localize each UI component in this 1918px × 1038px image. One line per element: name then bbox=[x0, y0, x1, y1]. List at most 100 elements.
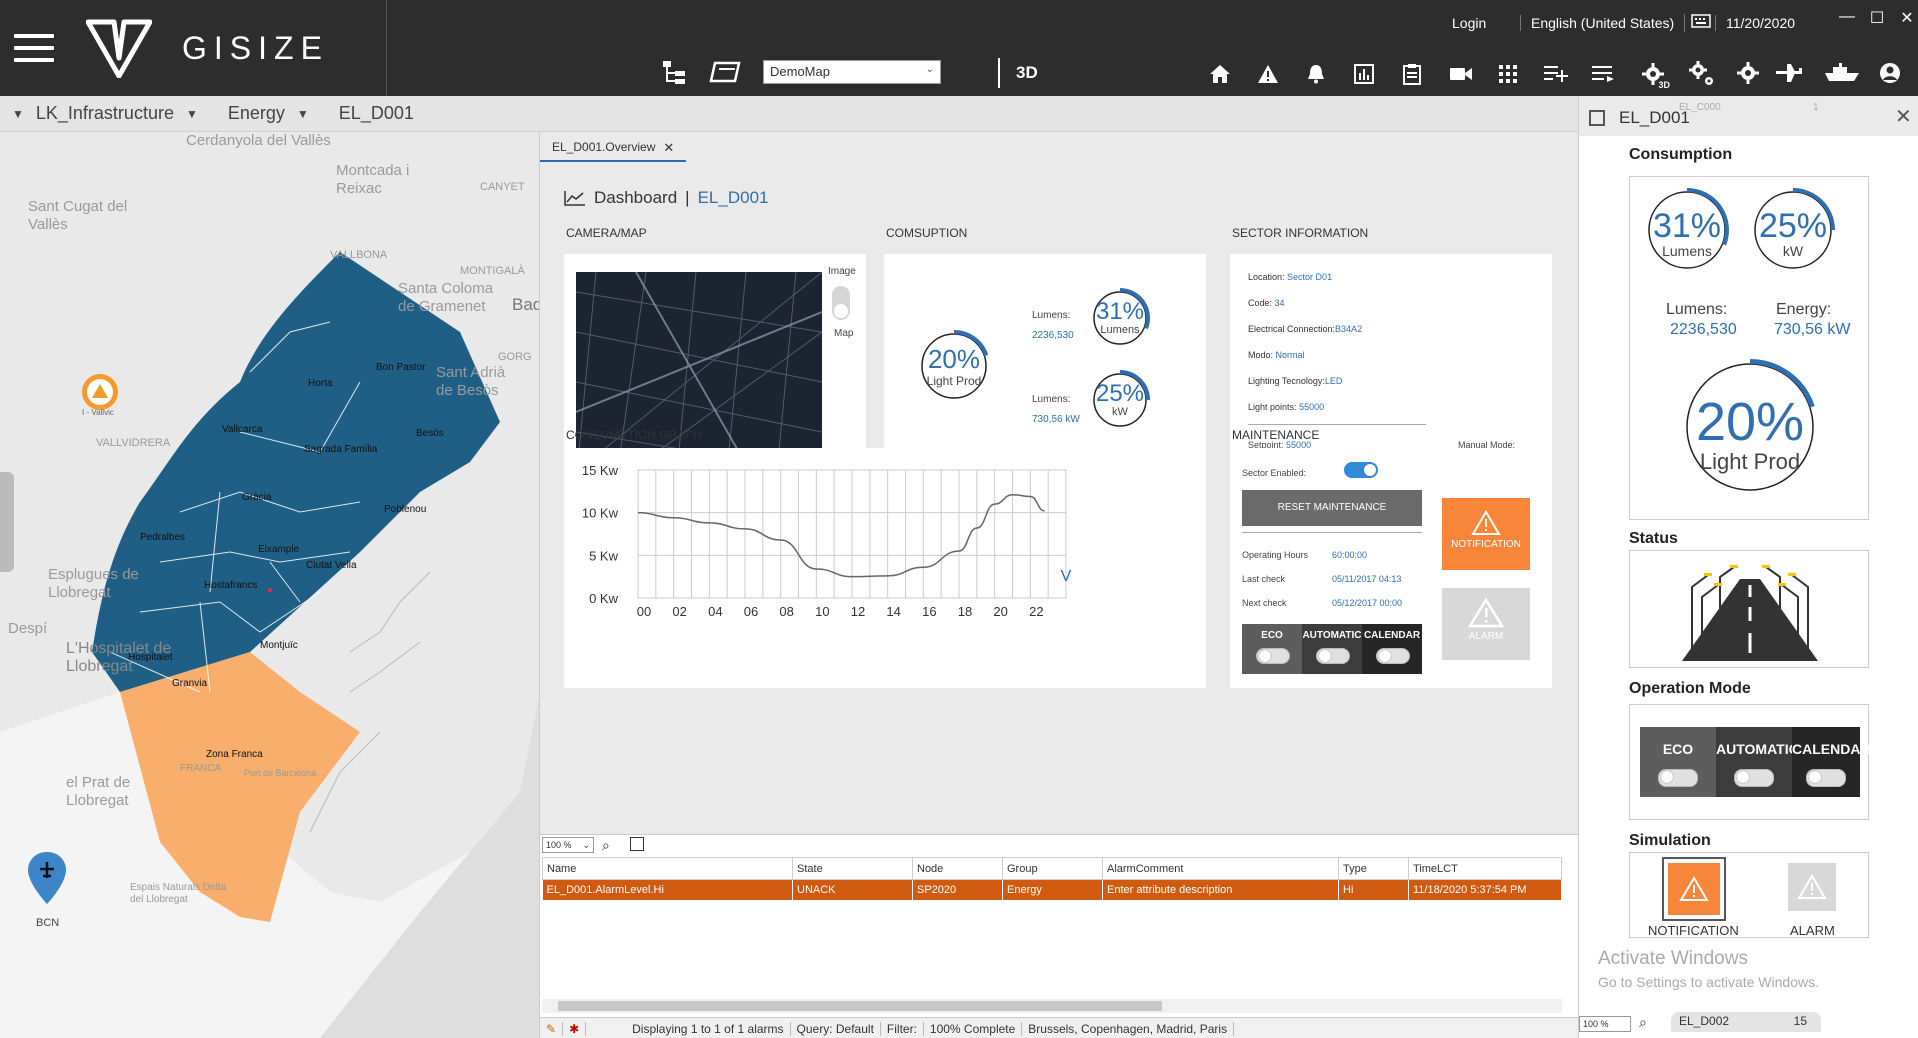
detail-mode-automatic[interactable]: AUTOMATIC bbox=[1716, 727, 1799, 797]
status-box bbox=[1629, 550, 1869, 668]
chevron-down-icon[interactable]: ▼ bbox=[186, 107, 198, 121]
search-icon[interactable]: ⌕ bbox=[1639, 1014, 1647, 1031]
horizontal-scrollbar[interactable] bbox=[542, 999, 1562, 1013]
section-label-consumption: COMSUPTION bbox=[886, 226, 968, 240]
minimize-icon[interactable]: — bbox=[1836, 8, 1858, 26]
last-check-label: Last check bbox=[1242, 574, 1286, 584]
detail-zoom-select[interactable]: 100 % bbox=[1579, 1016, 1631, 1032]
add-list-icon[interactable] bbox=[1542, 62, 1570, 86]
camera-icon[interactable] bbox=[1448, 62, 1474, 86]
keyboard-icon[interactable] bbox=[1684, 14, 1711, 32]
status-complete: 100% Complete bbox=[924, 1021, 1023, 1036]
divider bbox=[1242, 532, 1422, 533]
mode-automatic[interactable]: AUTOMATIC bbox=[1302, 624, 1362, 674]
detail-mode-eco[interactable]: ECO bbox=[1640, 727, 1716, 797]
simulate-alarm-button[interactable] bbox=[1788, 863, 1836, 911]
alarm-filter-icon[interactable]: ✱ bbox=[563, 1021, 587, 1036]
image-map-toggle[interactable] bbox=[832, 286, 850, 320]
column-header[interactable]: State bbox=[792, 857, 913, 880]
map-district-label: Pedralbes bbox=[140, 532, 186, 543]
table-row[interactable]: EL_D001.AlarmLevel.Hi UNACK SP2020 Energ… bbox=[542, 879, 1562, 900]
airplane-icon[interactable] bbox=[1774, 60, 1806, 86]
column-header[interactable]: Node bbox=[912, 857, 1003, 880]
chart-y-tick-label: 5 Kw bbox=[589, 548, 619, 563]
pencil-icon[interactable]: ✎ bbox=[540, 1021, 564, 1036]
close-window-icon[interactable]: ✕ bbox=[1896, 8, 1918, 28]
detail-mode-calendar[interactable]: CALENDAR bbox=[1792, 727, 1871, 797]
home-icon[interactable] bbox=[1208, 62, 1232, 86]
section-label-sector: SECTOR INFORMATION bbox=[1232, 226, 1369, 240]
breadcrumb-item-energy[interactable]: Energy ▼ bbox=[228, 103, 321, 124]
map-district-label: Besòs bbox=[416, 428, 444, 439]
column-header[interactable]: Type bbox=[1338, 857, 1409, 880]
3d-badge: 3D bbox=[1658, 80, 1670, 90]
table-cell: UNACK bbox=[792, 879, 913, 900]
reset-maintenance-button[interactable]: RESET MAINTENANCE bbox=[1242, 490, 1422, 526]
map-select[interactable]: DemoMap ⌄ bbox=[763, 60, 941, 84]
sector-enabled-toggle[interactable] bbox=[1344, 462, 1378, 478]
page-title: Dashboard | EL_D001 bbox=[564, 188, 768, 208]
grid-icon[interactable] bbox=[1496, 62, 1520, 86]
bell-icon[interactable] bbox=[1304, 62, 1328, 86]
bar-chart-icon[interactable] bbox=[1352, 62, 1376, 86]
vertical-scrollbar[interactable] bbox=[1566, 857, 1576, 997]
gauge-value: 31% bbox=[1095, 298, 1145, 325]
notification-button[interactable]: NOTIFICATION bbox=[1442, 498, 1530, 570]
settings-icon[interactable] bbox=[1736, 60, 1760, 86]
mode-eco[interactable]: ECO bbox=[1242, 624, 1302, 674]
section-label-camera: CAMERA/MAP bbox=[566, 226, 647, 240]
automatic-toggle[interactable] bbox=[1316, 648, 1350, 664]
fit-screen-icon[interactable] bbox=[630, 837, 644, 851]
column-header[interactable]: AlarmComment bbox=[1102, 857, 1339, 880]
gears-icon[interactable] bbox=[1686, 58, 1718, 90]
layers-icon[interactable] bbox=[708, 58, 742, 86]
map-view[interactable]: Cerdanyola del Vallès Montcada i Reixac … bbox=[0, 132, 540, 1038]
map-place-label: Santa Coloma de Gramenet bbox=[398, 280, 494, 315]
close-icon[interactable]: ✕ bbox=[663, 140, 674, 160]
hamburger-menu-icon[interactable] bbox=[14, 34, 54, 62]
breadcrumb-item-el-d001[interactable]: EL_D001 bbox=[339, 103, 414, 124]
list-arrow-icon[interactable] bbox=[1590, 62, 1616, 86]
warning-icon[interactable] bbox=[1256, 62, 1280, 86]
mode-calendar[interactable]: CALENDAR bbox=[1362, 624, 1422, 674]
detail-consumption-box: 31% Lumens 25% kW Lumens: 2236,530 Energ… bbox=[1629, 176, 1869, 520]
maximize-icon[interactable]: ☐ bbox=[1866, 8, 1888, 28]
calendar-toggle[interactable] bbox=[1806, 769, 1846, 787]
map-side-handle[interactable] bbox=[0, 472, 14, 572]
calendar-toggle[interactable] bbox=[1376, 648, 1410, 664]
last-check-value: 05/11/2017 04:13 bbox=[1332, 574, 1402, 584]
ship-icon[interactable] bbox=[1822, 60, 1862, 86]
eco-toggle[interactable] bbox=[1256, 648, 1290, 664]
gear-3d-icon[interactable]: 3D bbox=[1636, 58, 1670, 90]
user-icon[interactable] bbox=[1878, 60, 1902, 86]
gauge-label: Lumens bbox=[1100, 324, 1140, 336]
column-header[interactable]: TimeLCT bbox=[1408, 857, 1562, 880]
hierarchy-icon[interactable] bbox=[660, 58, 688, 86]
zoom-select[interactable]: 100 % ⌄ bbox=[542, 837, 594, 853]
column-header[interactable]: Group bbox=[1002, 857, 1103, 880]
tab-overview[interactable]: EL_D001.Overview ✕ bbox=[540, 134, 687, 162]
chevron-down-icon[interactable]: ▼ bbox=[12, 107, 24, 121]
kw-caption: Lumens: bbox=[1032, 394, 1071, 405]
column-header[interactable]: Name bbox=[542, 857, 793, 880]
close-icon[interactable]: ✕ bbox=[1895, 104, 1912, 129]
automatic-toggle[interactable] bbox=[1734, 769, 1774, 787]
alarm-header-row: Name State Node Group AlarmComment Type … bbox=[542, 857, 1562, 880]
clipboard-icon[interactable] bbox=[1400, 62, 1424, 86]
kw-gauge: 25% kW bbox=[1086, 366, 1154, 434]
breadcrumb-item-infrastructure[interactable]: ▼ LK_Infrastructure ▼ bbox=[0, 103, 210, 124]
detail-section-simulation: Simulation bbox=[1629, 832, 1711, 849]
login-link[interactable]: Login bbox=[1452, 15, 1486, 31]
3d-button[interactable]: 3D bbox=[998, 58, 1058, 88]
language-selector[interactable]: English (United States) bbox=[1520, 15, 1674, 31]
chevron-down-icon[interactable]: ▼ bbox=[297, 107, 309, 121]
ghost-item-bottom: EL_D002 15 bbox=[1671, 1012, 1821, 1032]
eco-toggle[interactable] bbox=[1658, 769, 1698, 787]
map-district-label: Montjuïc bbox=[260, 640, 298, 651]
alarm-button[interactable]: ALARM bbox=[1442, 588, 1530, 660]
warning-icon bbox=[1797, 874, 1827, 899]
search-icon[interactable]: ⌕ bbox=[602, 837, 610, 854]
map-district-label: Sagrada Família bbox=[304, 444, 378, 455]
chevron-down-icon: ⌄ bbox=[925, 64, 934, 75]
simulate-notification-button[interactable] bbox=[1662, 857, 1726, 921]
